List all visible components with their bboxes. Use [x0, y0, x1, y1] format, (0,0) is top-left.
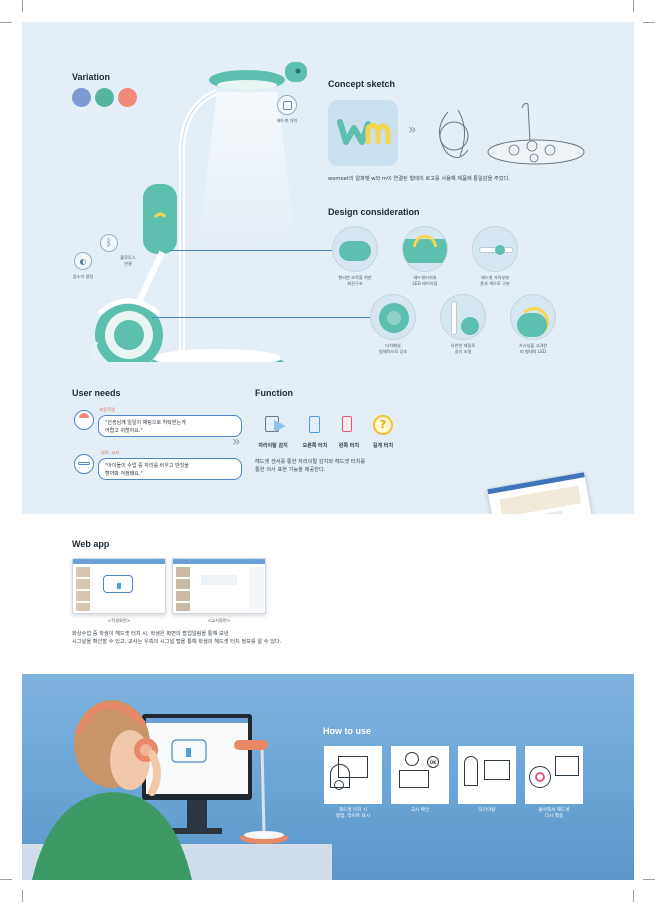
howto-step-3: [458, 746, 516, 804]
howto-step-1: [324, 746, 382, 804]
crop-mark: [22, 890, 23, 902]
webapp-title: Web app: [72, 539, 110, 549]
design-detail-led-band: [510, 294, 556, 340]
bluetooth-icon: ᛒ: [100, 234, 118, 252]
poster-sheet: Variation 헤드셋 거치 ᛒ 블루투스 연결 ◐ 음소거 알림 Conc…: [22, 22, 634, 880]
function-title: Function: [255, 388, 293, 398]
bluetooth-label: 블루투스 연결: [120, 255, 136, 266]
design-detail-hook: [472, 226, 518, 272]
student-screen-thumb: [72, 558, 166, 614]
seat-leave-icon: [262, 414, 286, 436]
teacher-screen-caption: <교사화면>: [207, 618, 231, 623]
child-using-product-photo: [22, 700, 332, 880]
student-label: 초등학생: [99, 407, 115, 412]
crop-mark: [0, 22, 12, 23]
webapp-desc: 화상수업 중 학생이 헤드셋 터치 시, 학생은 화면의 팝업알림을 통해 보낸…: [72, 631, 282, 645]
function-desc: 헤드셋 센서를 통한 자리이탈 감지와 헤드셋 터치를 통한 의사 표현 기능을 …: [255, 459, 366, 473]
howto-step-1-label: 헤드셋 터치 시 팝업, 라이트 표시: [336, 808, 370, 819]
wemeet-logo-icon: [337, 119, 391, 145]
parent-label: 부모, 교사: [100, 450, 120, 455]
design-label-2: 헤드셋터치와 LED 레이어링: [412, 275, 438, 286]
concept-caption: wemeet의 알파벳 w와 m이 연결된 형태의 로고를 사용해 제품에 통일…: [328, 176, 510, 182]
design-detail-rotation: [332, 226, 378, 272]
student-avatar-icon: [74, 410, 94, 430]
design-detail-led: [402, 226, 448, 272]
callout-line-top: [170, 250, 332, 251]
product-panel: Variation 헤드셋 거치 ᛒ 블루투스 연결 ◐ 음소거 알림 Conc…: [22, 22, 634, 683]
user-needs-title: User needs: [72, 388, 121, 398]
howto-panel: How to use 헤드셋 터치 시 팝업, 라이트 표시 OK 교사 확인 자…: [22, 674, 634, 880]
parent-quote-bubble: "아이들이 수업 중 자리를 비우고 딴짓을 할까봐 걱정돼요.": [98, 458, 242, 480]
design-label-5: 유연한 재질로 길이 조절: [450, 343, 476, 354]
mute-icon: ◐: [74, 252, 92, 270]
student-quote-bubble: "선생님께 일일이 채팅으로 허락받는게 어렵고 귀찮아요.": [98, 415, 242, 437]
right-touch-icon: [304, 414, 326, 436]
needs-arrow: »: [232, 434, 241, 450]
howto-title: How to use: [323, 726, 372, 736]
concept-sketch-drawing: [439, 103, 585, 165]
crop-mark: [643, 879, 655, 880]
callout-line-bottom: [152, 317, 370, 318]
mute-label: 음소거 알림: [72, 274, 94, 279]
headset-hook-icon: [277, 95, 297, 115]
crop-mark: [633, 0, 634, 12]
long-touch-icon: ?: [372, 414, 394, 436]
left-touch-icon: [338, 414, 360, 436]
crop-mark: [633, 890, 634, 902]
howto-step-2: OK: [391, 746, 449, 804]
crop-mark: [0, 879, 12, 880]
concept-title: Concept sketch: [328, 79, 396, 89]
howto-step-4: [525, 746, 583, 804]
ok-badge: OK: [427, 756, 439, 768]
wemeet-logo-tile: [328, 100, 398, 166]
headset-hook-label: 헤드셋 거치: [276, 118, 298, 123]
function-label-long: 길게 터치: [372, 443, 394, 449]
design-label-1: 편리한 조작을 위한 회전구조: [338, 275, 372, 286]
crop-mark: [22, 0, 23, 12]
concept-arrow: »: [408, 122, 417, 138]
function-label-seat: 자리이탈 감지: [258, 443, 288, 449]
design-detail-touch: [370, 294, 416, 340]
webapp-panel: Web app <학생화면> <교사화면> 화상수업 중 학생이 헤드셋 터치 …: [22, 514, 634, 674]
design-label-4: 터치패널 일체적으로 강조: [378, 343, 408, 354]
design-detail-flex: [440, 294, 486, 340]
howto-step-4-label: 돌아와서 헤드셋 다시 착용: [538, 808, 570, 819]
crop-mark: [643, 22, 655, 23]
teacher-screen-thumb: [172, 558, 266, 614]
howto-step-3-label: 자리이탈: [478, 808, 496, 813]
student-screen-caption: <학생화면>: [107, 618, 131, 623]
design-label-3: 헤드셋 거치부분 홈과 색으로 구분: [480, 275, 510, 286]
parent-avatar-icon: [74, 454, 94, 474]
design-label-6: 가시성을 고려한 띠 형태의 LED: [518, 343, 548, 354]
howto-step-2-label: 교사 확인: [410, 808, 430, 813]
design-title: Design consideration: [328, 207, 420, 217]
